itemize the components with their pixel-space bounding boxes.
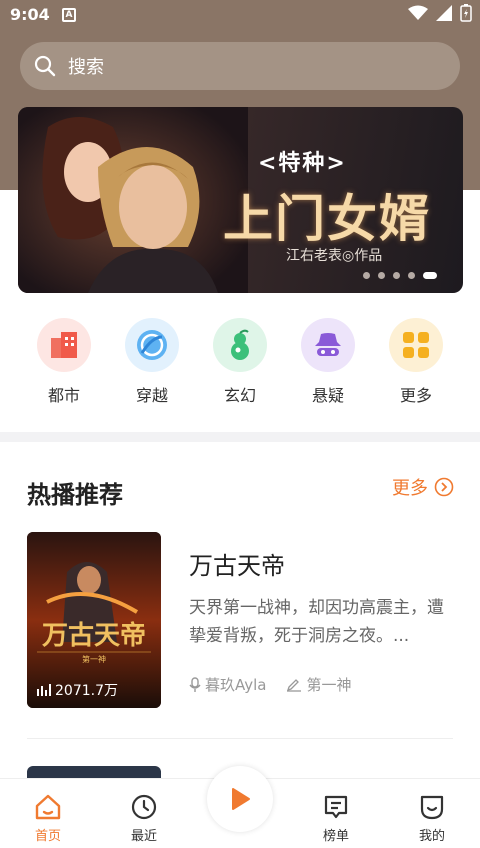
category-time-travel[interactable]: 穿越 — [108, 318, 196, 406]
book-meta: 暮玖Ayla 第一神 — [189, 674, 352, 695]
clock-icon — [131, 794, 157, 820]
home-icon — [35, 794, 61, 820]
tab-ranking[interactable]: 榜单 — [306, 793, 366, 844]
carousel-dot[interactable] — [363, 272, 370, 279]
search-bar[interactable]: 搜索 — [20, 42, 460, 90]
author: 第一神 — [286, 674, 352, 695]
narrator-name: 暮玖Ayla — [205, 676, 267, 694]
system-icons — [408, 4, 472, 22]
tab-label: 榜单 — [322, 829, 349, 844]
section-divider — [0, 432, 480, 442]
narrator: 暮玖Ayla — [189, 674, 266, 695]
profile-icon — [420, 795, 444, 820]
status-time: 9:04 — [10, 5, 50, 24]
book-title: 万古天帝 — [189, 552, 285, 580]
battery-icon — [460, 4, 472, 22]
bar-chart-icon — [37, 684, 51, 696]
carousel-dot-active[interactable] — [423, 272, 437, 279]
carousel-dot[interactable] — [408, 272, 415, 279]
grid-icon — [389, 318, 443, 372]
category-label: 玄幻 — [223, 386, 256, 405]
tab-label: 最近 — [130, 829, 157, 844]
play-count: 2071.7万 — [37, 680, 118, 700]
notification-icon: A — [62, 8, 76, 22]
section-more-button[interactable]: 更多 — [392, 474, 454, 500]
author-name: 第一神 — [306, 676, 352, 694]
banner-subtitle: <特种> — [258, 151, 347, 176]
play-count-value: 2071.7万 — [55, 683, 118, 699]
tab-profile[interactable]: 我的 — [402, 793, 462, 844]
category-fantasy[interactable]: 玄幻 — [196, 318, 284, 406]
category-row: 都市 穿越 玄幻 悬疑 更多 — [20, 318, 460, 406]
microphone-icon — [189, 676, 201, 692]
category-label: 悬疑 — [311, 386, 344, 405]
carousel-dots — [363, 272, 437, 279]
cover-title-text: 万古天帝 — [42, 620, 146, 651]
chevron-right-circle-icon — [434, 477, 454, 497]
status-bar: 9:04 A — [0, 0, 480, 32]
wifi-icon — [408, 5, 428, 20]
book-card[interactable]: 万古天帝 第一神 2071.7万 万古天帝 天界第一战神，却因功高震主，遭挚爱背… — [27, 532, 453, 708]
ranking-icon — [324, 795, 348, 819]
category-label: 更多 — [399, 386, 432, 405]
carousel-dot[interactable] — [378, 272, 385, 279]
list-divider — [27, 738, 453, 739]
more-label: 更多 — [392, 478, 428, 499]
player-button[interactable] — [207, 766, 273, 832]
search-icon — [34, 55, 56, 77]
tab-home[interactable]: 首页 — [18, 793, 78, 844]
cover-author-text: 第一神 — [82, 654, 106, 664]
tab-label: 首页 — [34, 829, 61, 844]
detective-icon — [301, 318, 355, 372]
carousel-dot[interactable] — [393, 272, 400, 279]
pen-icon — [287, 678, 302, 692]
category-label: 都市 — [47, 386, 80, 405]
gourd-icon — [213, 318, 267, 372]
portal-icon — [125, 318, 179, 372]
category-label: 穿越 — [135, 386, 168, 405]
category-mystery[interactable]: 悬疑 — [284, 318, 372, 406]
section-title: 热播推荐 — [27, 481, 123, 509]
category-more[interactable]: 更多 — [372, 318, 460, 406]
banner-artwork — [18, 107, 248, 293]
tab-label: 我的 — [418, 829, 445, 844]
city-icon — [37, 318, 91, 372]
banner-carousel[interactable]: <特种> 上门女婿 江右老表◎作品 — [18, 107, 463, 293]
category-city[interactable]: 都市 — [20, 318, 108, 406]
book-cover[interactable]: 万古天帝 第一神 2071.7万 — [27, 532, 161, 708]
banner-title: 上门女婿 — [223, 190, 431, 248]
search-placeholder: 搜索 — [68, 57, 104, 78]
banner-author: 江右老表◎作品 — [286, 248, 383, 264]
book-description: 天界第一战神，却因功高震主，遭挚爱背叛，死于洞房之夜。... — [189, 598, 444, 646]
signal-icon — [436, 5, 452, 21]
play-icon — [232, 788, 250, 810]
tab-recent[interactable]: 最近 — [114, 793, 174, 844]
